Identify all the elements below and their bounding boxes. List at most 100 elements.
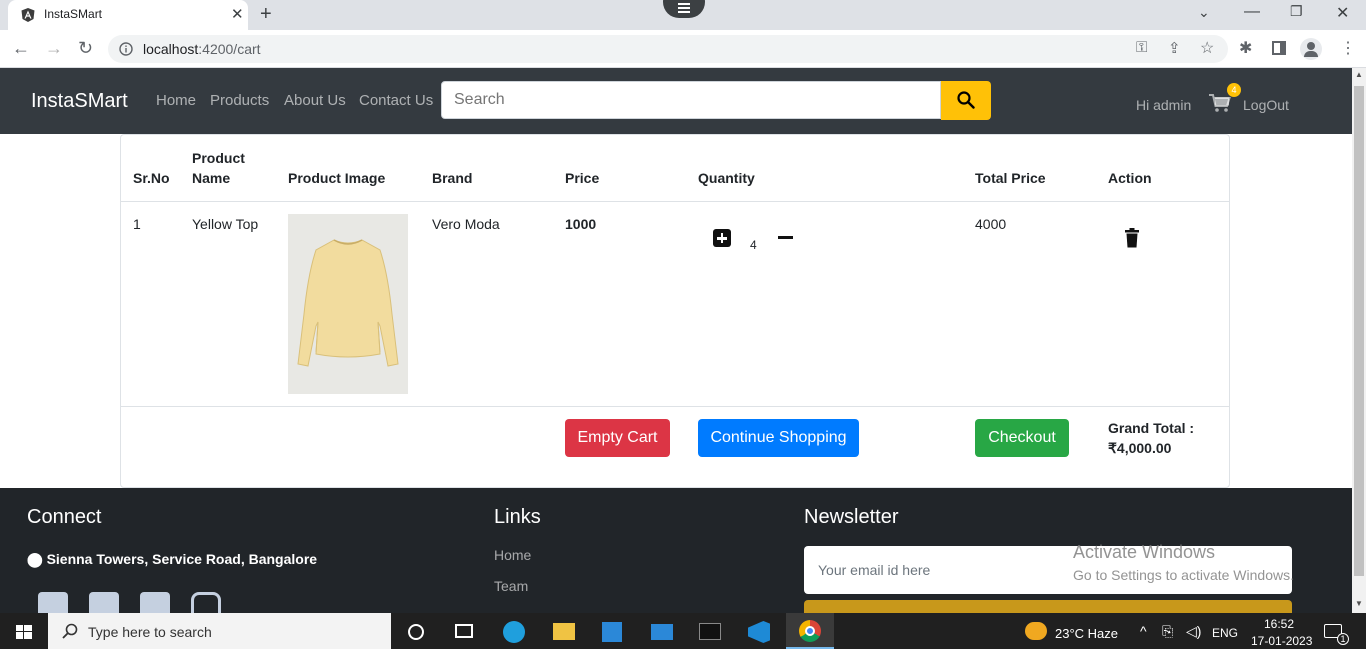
close-tab-icon[interactable]: ✕ [231, 5, 244, 23]
cart-icon[interactable] [1209, 93, 1231, 113]
share-icon[interactable]: ⇪ [1168, 39, 1181, 57]
minimize-icon[interactable]: — [1244, 3, 1260, 21]
extensions-icon[interactable]: ✱ [1239, 38, 1252, 58]
grand-total-value: ₹4,000.00 [1108, 440, 1172, 456]
restore-icon[interactable]: ❐ [1290, 3, 1303, 20]
new-tab-icon[interactable]: + [260, 3, 272, 26]
grand-total-label: Grand Total : [1108, 420, 1195, 436]
activate-windows-subtext: Go to Settings to activate Windows. [1073, 567, 1294, 583]
profile-avatar[interactable] [1300, 38, 1322, 60]
key-icon[interactable]: ⚿ [1136, 39, 1147, 56]
header-product-name-line1: Product [192, 150, 245, 166]
scroll-up-icon[interactable]: ▲ [1355, 70, 1363, 79]
row-price: 1000 [565, 216, 597, 232]
url-text: localhost:4200/cart [143, 41, 261, 57]
network-icon[interactable]: ⎘ [1162, 623, 1173, 640]
search-icon [62, 623, 78, 639]
browser-toolbar: ← → ↻ localhost:4200/cart ⚿ ⇪ ☆ ✱ ⋮ [0, 30, 1366, 68]
empty-cart-button[interactable]: Empty Cart [565, 419, 670, 457]
mail-icon[interactable] [651, 624, 673, 640]
footer-newsletter-title: Newsletter [804, 506, 899, 528]
app-navbar: InstaSMart Home Products About Us Contac… [0, 68, 1352, 134]
user-greeting: Hi admin [1136, 97, 1192, 113]
side-panel-icon[interactable] [1272, 41, 1286, 55]
file-explorer-icon[interactable] [553, 623, 575, 640]
cortana-icon[interactable] [408, 624, 424, 640]
scrollbar-thumb[interactable] [1354, 86, 1364, 576]
tray-chevron-up-icon[interactable]: ^ [1140, 623, 1147, 639]
activate-windows-watermark: Activate Windows [1073, 542, 1216, 562]
row-divider [121, 406, 1229, 407]
bookmark-star-icon[interactable]: ☆ [1200, 38, 1214, 58]
clock-time[interactable]: 16:52 [1264, 617, 1294, 631]
vscode-icon[interactable] [748, 621, 770, 643]
row-brand: Vero Moda [432, 216, 500, 232]
weather-haze-icon[interactable] [1025, 622, 1047, 640]
menu-kebab-icon[interactable]: ⋮ [1340, 38, 1356, 58]
search-button[interactable] [941, 81, 991, 120]
forward-icon[interactable]: → [45, 38, 63, 59]
page-footer: Connect ⬤ Sienna Towers, Service Road, B… [0, 488, 1352, 622]
product-image [288, 214, 408, 394]
cart-count-badge: 4 [1227, 83, 1241, 97]
header-action: Action [1108, 170, 1152, 186]
footer-link-home[interactable]: Home [494, 547, 531, 563]
search-input[interactable] [441, 81, 941, 119]
continue-shopping-button[interactable]: Continue Shopping [698, 419, 859, 457]
search-icon [957, 91, 975, 109]
decrease-quantity-icon[interactable] [778, 236, 793, 239]
row-product-name: Yellow Top [192, 216, 259, 232]
trash-icon[interactable] [1125, 228, 1139, 248]
nav-products[interactable]: Products [210, 92, 269, 109]
page-scrollbar[interactable]: ▲ ▼ [1352, 68, 1366, 613]
row-total-price: 4000 [975, 216, 1007, 232]
row-quantity: 4 [750, 238, 757, 252]
header-price: Price [565, 170, 600, 186]
row-srno: 1 [133, 216, 141, 232]
back-icon[interactable]: ← [12, 38, 30, 59]
weather-text[interactable]: 23°C Haze [1055, 626, 1118, 641]
tab-title: InstaSMart [44, 7, 103, 21]
header-product-name-line2: Name [192, 170, 231, 186]
header-quantity: Quantity [698, 170, 755, 186]
close-window-icon[interactable]: ✕ [1336, 3, 1349, 23]
volume-icon[interactable]: ◁) [1186, 623, 1201, 640]
edge-icon[interactable] [503, 621, 525, 643]
chrome-icon [799, 620, 821, 642]
scroll-down-icon[interactable]: ▼ [1355, 599, 1363, 608]
store-icon[interactable] [602, 622, 622, 642]
header-srno: Sr.No [133, 170, 170, 186]
windows-taskbar: Type here to search 23°C Haze ^ ⎘ ◁) ENG… [0, 613, 1366, 649]
logout-link[interactable]: LogOut [1243, 97, 1289, 113]
brand-logo[interactable]: InstaSMart [31, 90, 128, 113]
angular-icon [21, 8, 35, 22]
clock-date[interactable]: 17-01-2023 [1251, 634, 1312, 648]
windows-start-icon[interactable] [16, 625, 32, 639]
nav-about-us[interactable]: About Us [284, 92, 346, 109]
notification-count-badge: 1 [1337, 633, 1349, 645]
reload-icon[interactable]: ↻ [78, 38, 93, 59]
header-brand: Brand [432, 170, 473, 186]
address-bar[interactable]: localhost:4200/cart ⚿ ⇪ ☆ [108, 35, 1228, 63]
nav-home[interactable]: Home [156, 92, 196, 109]
terminal-icon[interactable] [699, 623, 721, 640]
browser-tab-bar: InstaSMart ✕ + ⌄ — ❐ ✕ [0, 0, 1366, 30]
taskbar-search-box[interactable]: Type here to search [48, 613, 391, 649]
header-product-image: Product Image [288, 170, 386, 186]
task-view-icon[interactable] [455, 624, 473, 638]
cart-table: Sr.No Product Name Product Image Brand P… [120, 134, 1230, 488]
checkout-button[interactable]: Checkout [975, 419, 1069, 457]
chevron-down-icon[interactable]: ⌄ [1198, 4, 1210, 21]
header-total-price: Total Price [975, 170, 1046, 186]
info-icon[interactable] [119, 42, 133, 56]
footer-connect-title: Connect [27, 506, 102, 528]
browser-tab[interactable]: InstaSMart ✕ [8, 0, 248, 30]
footer-link-team[interactable]: Team [494, 578, 528, 594]
footer-links-title: Links [494, 506, 541, 528]
language-indicator[interactable]: ENG [1212, 626, 1238, 640]
footer-address: ⬤ Sienna Towers, Service Road, Bangalore [27, 551, 318, 567]
increase-quantity-icon[interactable] [713, 229, 731, 247]
tab-search-icon[interactable] [663, 0, 705, 18]
nav-contact-us[interactable]: Contact Us [359, 92, 433, 109]
taskbar-chrome-active[interactable] [786, 613, 834, 649]
